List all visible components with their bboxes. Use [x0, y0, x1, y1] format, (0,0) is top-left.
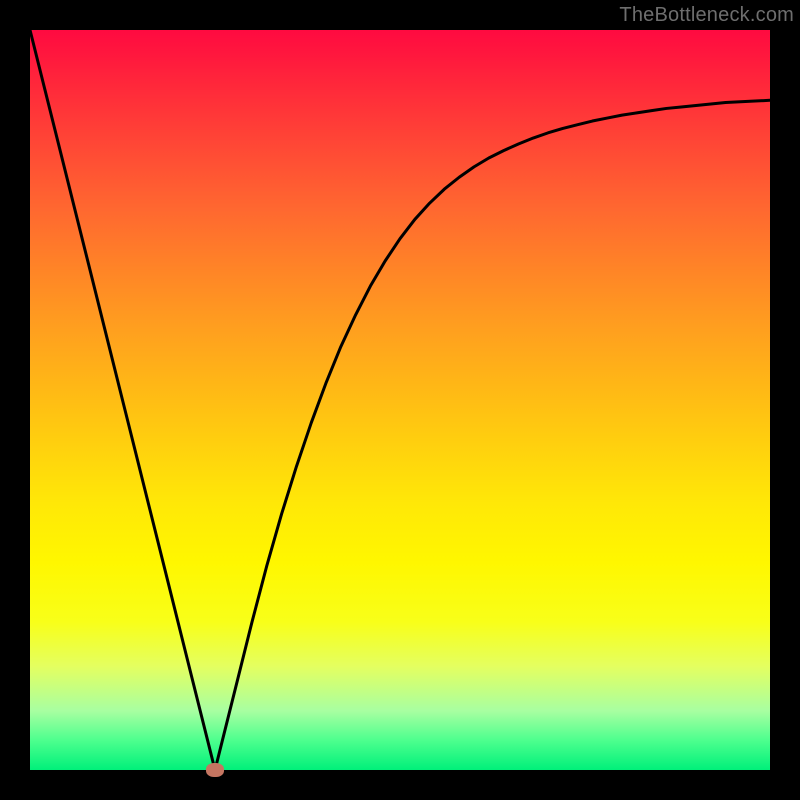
curve-svg	[30, 30, 770, 770]
chart-frame: TheBottleneck.com	[0, 0, 800, 800]
watermark-text: TheBottleneck.com	[619, 4, 794, 27]
bottleneck-curve	[30, 30, 770, 770]
optimum-marker	[206, 763, 224, 777]
plot-area	[30, 30, 770, 770]
